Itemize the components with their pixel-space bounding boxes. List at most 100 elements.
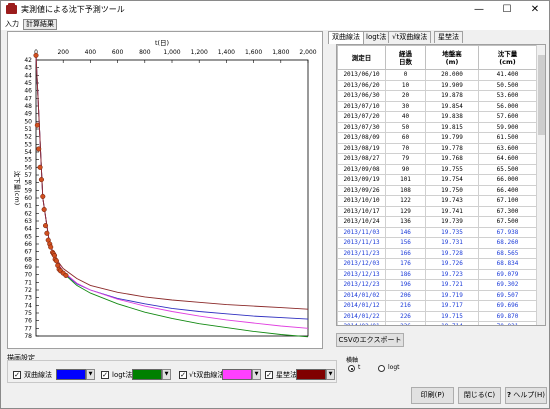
table-cell: 2013/11/23 xyxy=(337,247,386,259)
table-cell: 2014/01/22 xyxy=(337,310,386,322)
window-title: 実測値による沈下予測ツール xyxy=(21,5,125,14)
y-tick-label: 46 xyxy=(24,88,32,95)
chart-canvas: 0 200 400 600 800 1,000 1,200 1,400 1,600 1,800 2,… xyxy=(13,39,317,340)
menu-input[interactable]: 入力 xyxy=(3,19,21,30)
table-cell: 2013/12/13 xyxy=(337,268,386,280)
close-button[interactable]: 閉じる(C) xyxy=(458,387,501,404)
menu-bar: 入力 計算結果 xyxy=(1,19,549,30)
table-cell: 166 xyxy=(385,247,426,259)
table-row: 2013/07/30 50 19.815 59.900 xyxy=(337,121,537,133)
table-cell: 2013/09/19 xyxy=(337,174,386,186)
table-cell: 41.400 xyxy=(478,69,537,81)
table-cell: 2013/09/26 xyxy=(337,184,386,196)
y-tick-label: 67 xyxy=(24,249,32,256)
table-cell: 56.000 xyxy=(478,100,537,112)
table-cell: 57.600 xyxy=(478,111,537,123)
title-bar: 実測値による沈下予測ツール — ☐ ✕ xyxy=(1,1,549,19)
y-tick-label: 66 xyxy=(24,241,32,248)
draw-settings-box: ✓ 双曲線法 ▼ ✓ logt法 ▼ ✓ √t双曲線法 ▼ ✓ 星埜法 ▼ xyxy=(7,360,337,383)
tab-hyperbolic[interactable]: 双曲線法 xyxy=(328,31,364,44)
y-tick-label: 45 xyxy=(24,80,32,87)
table-row: 2013/09/19 101 19.754 66.000 xyxy=(337,174,537,186)
table-cell: 2013/10/10 xyxy=(337,195,386,207)
table-row: 2014/01/22 226 19.715 69.870 xyxy=(337,310,537,322)
table-row: 2013/12/13 186 19.723 69.079 xyxy=(337,268,537,280)
help-button[interactable]: ? ヘルプ(H) xyxy=(505,387,547,404)
table-cell: 68.565 xyxy=(478,247,537,259)
table-cell: 216 xyxy=(385,300,426,312)
color-dropdown-sqrt-hyperbolic[interactable]: ▼ xyxy=(252,369,261,380)
table-cell: 60 xyxy=(385,132,426,144)
color-dropdown-logt[interactable]: ▼ xyxy=(162,369,171,380)
help-icon: ? xyxy=(506,391,512,399)
scrollbar-thumb[interactable] xyxy=(538,55,545,135)
checkbox-logt[interactable]: ✓ xyxy=(101,371,109,379)
axis-mode-label: 横軸 xyxy=(346,357,359,364)
table-cell: 2013/11/03 xyxy=(337,226,386,238)
y-axis-title: 沈下量(cm) xyxy=(13,171,22,205)
table-scrollbar[interactable] xyxy=(536,45,545,325)
x-tick-label: 800 xyxy=(139,49,151,56)
table-cell: 19.723 xyxy=(425,268,479,280)
table-cell: 2013/07/30 xyxy=(337,121,386,133)
table-cell: 90 xyxy=(385,163,426,175)
table-cell: 226 xyxy=(385,310,426,322)
print-button[interactable]: 印刷(P) xyxy=(411,387,454,404)
table-cell: 2013/10/17 xyxy=(337,205,386,217)
table-cell: 101 xyxy=(385,174,426,186)
x-axis-title: t(日) xyxy=(155,39,169,47)
axis-mode-group: 横軸 t logt xyxy=(342,355,416,376)
color-dropdown-hoshino[interactable]: ▼ xyxy=(326,369,335,380)
radio-axis-logt[interactable] xyxy=(378,365,385,372)
color-dropdown-hyperbolic[interactable]: ▼ xyxy=(86,369,95,380)
checkbox-sqrt-hyperbolic[interactable]: ✓ xyxy=(179,371,187,379)
checkbox-hoshino[interactable]: ✓ xyxy=(265,371,273,379)
menu-results[interactable]: 計算結果 xyxy=(23,19,57,30)
table-cell: 2013/06/30 xyxy=(337,90,386,102)
col-header-ground-height: 地盤高 (m) xyxy=(425,45,479,70)
radio-axis-t[interactable] xyxy=(348,365,355,372)
y-tick-label: 70 xyxy=(24,272,32,279)
table-cell: 69.079 xyxy=(478,268,537,280)
tab-hoshino[interactable]: 星埜法 xyxy=(434,31,463,43)
minimize-button[interactable]: — xyxy=(465,1,493,19)
table-cell: 10 xyxy=(385,79,426,91)
table-cell: 2013/12/03 xyxy=(337,258,386,270)
table-cell: 19.715 xyxy=(425,310,479,322)
y-tick-label: 61 xyxy=(24,203,32,210)
label-sqrt-hyperbolic: √t双曲線法 xyxy=(189,371,225,379)
table-cell: 67.300 xyxy=(478,205,537,217)
csv-export-button[interactable]: CSVのエクスポート xyxy=(336,333,404,347)
table-row: 2013/10/24 136 19.739 67.500 xyxy=(337,216,537,228)
table-cell: 156 xyxy=(385,237,426,249)
close-window-button[interactable]: ✕ xyxy=(521,1,549,19)
table-row: 2013/06/30 20 19.878 53.600 xyxy=(337,90,537,102)
table-row: 2014/01/02 206 19.719 69.507 xyxy=(337,289,537,301)
table-cell: 19.778 xyxy=(425,142,479,154)
table-row: 2013/08/27 79 19.768 64.600 xyxy=(337,153,537,165)
table-cell: 79 xyxy=(385,153,426,165)
plot-area xyxy=(35,59,309,337)
y-tick-label: 47 xyxy=(24,95,32,102)
color-swatch-hyperbolic xyxy=(56,369,86,380)
table-cell: 2013/06/20 xyxy=(337,79,386,91)
label-hoshino: 星埜法 xyxy=(276,371,297,379)
tab-sqrt-hyperbolic[interactable]: √t双曲線法 xyxy=(388,31,432,43)
y-tick-label: 60 xyxy=(24,195,32,202)
table-cell: 19.714 xyxy=(425,321,479,325)
table-row: 2013/12/03 176 19.726 68.834 xyxy=(337,258,537,270)
table-cell: 59.900 xyxy=(478,121,537,133)
y-tick-label: 78 xyxy=(24,333,32,340)
observed-point xyxy=(34,122,40,128)
checkbox-hyperbolic[interactable]: ✓ xyxy=(13,371,21,379)
observed-point xyxy=(41,206,47,213)
tab-logt[interactable]: logt法 xyxy=(362,31,391,43)
table-cell: 53.600 xyxy=(478,90,537,102)
table-row: 2013/12/23 196 19.721 69.302 xyxy=(337,279,537,291)
table-cell: 19.741 xyxy=(425,205,479,217)
y-tick-label: 56 xyxy=(24,164,32,171)
maximize-button[interactable]: ☐ xyxy=(493,1,521,19)
table-cell: 19.878 xyxy=(425,90,479,102)
table-cell: 2014/02/01 xyxy=(337,321,386,325)
y-tick-label: 74 xyxy=(24,302,32,309)
